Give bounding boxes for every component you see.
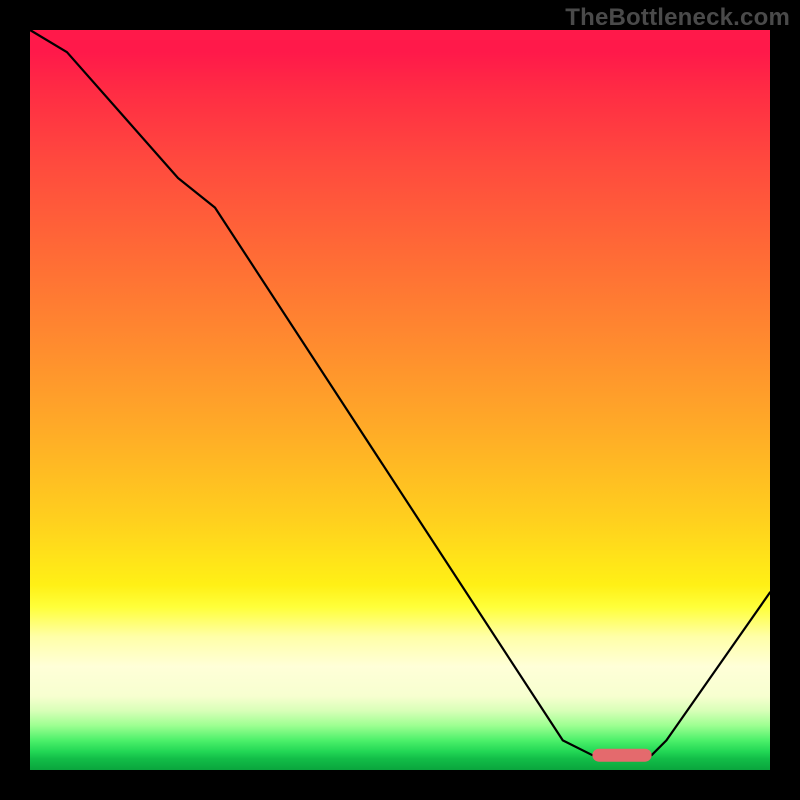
curve-layer [30, 30, 770, 770]
bottleneck-curve [30, 30, 770, 755]
watermark-text: TheBottleneck.com [565, 4, 790, 32]
optimal-range-marker [592, 749, 651, 762]
plot-area [30, 30, 770, 770]
chart-frame: TheBottleneck.com [0, 0, 800, 800]
